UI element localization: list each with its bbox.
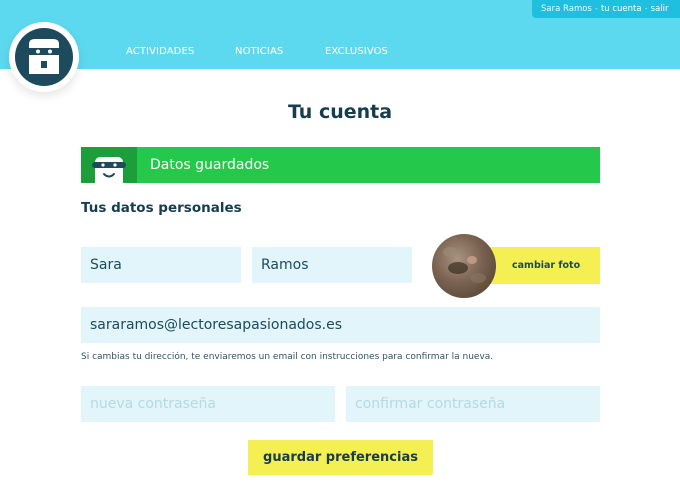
banner-text: Datos guardados: [150, 157, 270, 173]
page-title: Tu cuenta: [287, 101, 393, 123]
logout-link[interactable]: salir: [651, 4, 669, 14]
section-heading: Tus datos personales: [81, 200, 242, 216]
first-name-input[interactable]: [81, 247, 241, 283]
masked-face-icon: [15, 28, 73, 86]
user-name: Sara Ramos: [541, 4, 592, 14]
new-password-input[interactable]: [81, 386, 335, 422]
user-menu-separator: -: [644, 4, 648, 14]
confirm-password-input[interactable]: [346, 386, 600, 422]
nav-item-exclusivos[interactable]: EXCLUSIVOS: [325, 46, 388, 57]
user-menu-separator: -: [594, 4, 598, 14]
photo-image: [443, 247, 486, 283]
banner-badge: [81, 147, 137, 183]
account-link[interactable]: tu cuenta: [601, 4, 642, 14]
smiley-mask-icon: [92, 157, 126, 183]
user-menu: Sara Ramos - tu cuenta - salir: [532, 0, 680, 18]
profile-photo[interactable]: [432, 234, 496, 298]
nav-item-actividades[interactable]: ACTIVIDADES: [126, 46, 194, 57]
last-name-input[interactable]: [252, 247, 412, 283]
email-hint: Si cambias tu dirección, te enviaremos u…: [81, 352, 494, 362]
save-preferences-button[interactable]: guardar preferencias: [248, 440, 433, 475]
email-input[interactable]: [81, 307, 600, 343]
site-logo[interactable]: [9, 22, 79, 92]
success-banner: Datos guardados: [81, 147, 600, 183]
nav-item-noticias[interactable]: NOTICIAS: [235, 46, 283, 57]
